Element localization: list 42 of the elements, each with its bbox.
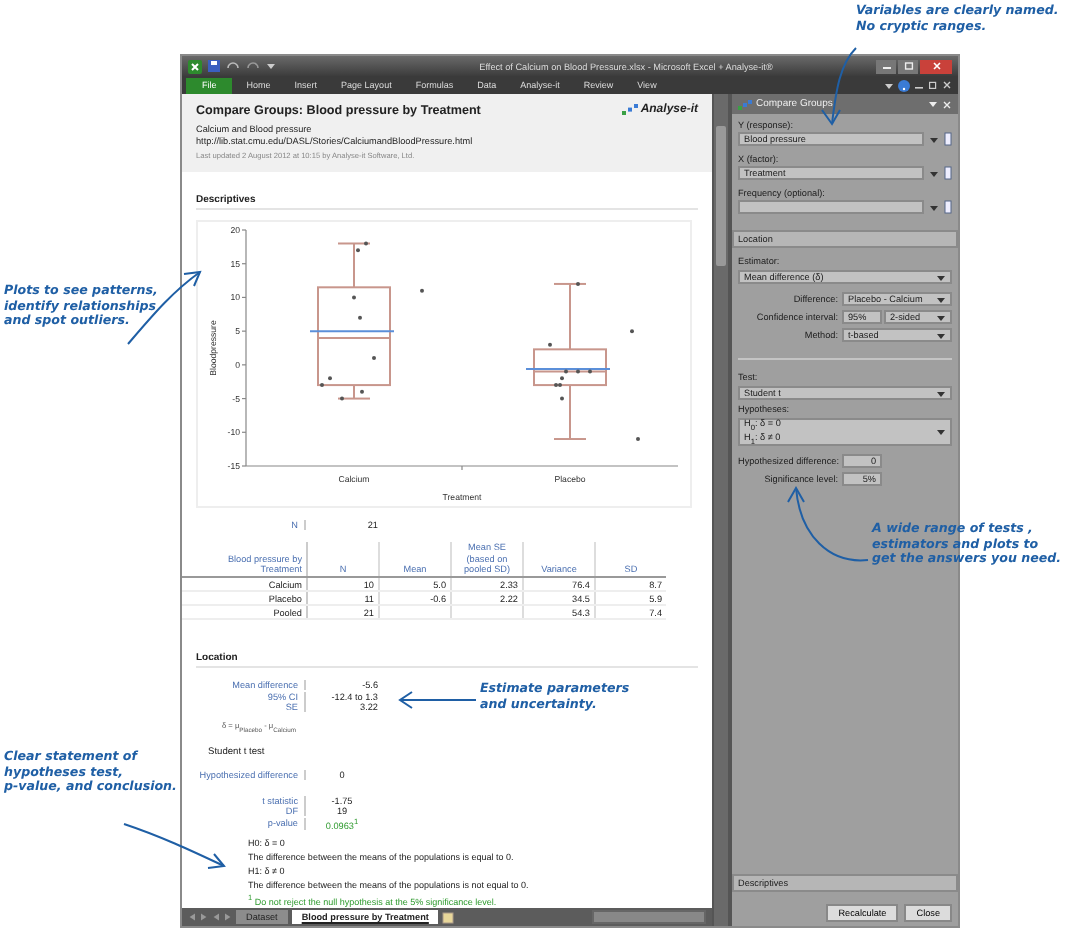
caret-icon[interactable] <box>884 81 894 89</box>
caret-icon[interactable] <box>928 167 940 179</box>
minimize-icon <box>881 62 891 70</box>
whisker <box>553 384 587 441</box>
annotation-arrow <box>398 691 477 709</box>
scroll-bar[interactable] <box>712 94 728 926</box>
caret-icon[interactable] <box>928 133 940 145</box>
mean-line <box>309 330 395 333</box>
annotation-arrow <box>123 823 226 869</box>
restore-icon[interactable] <box>928 80 938 90</box>
mean-line <box>525 367 611 370</box>
caret-icon <box>936 389 946 397</box>
spreadsheet-icon[interactable] <box>188 59 202 73</box>
maximize-button[interactable] <box>898 59 918 73</box>
minimize-icon[interactable] <box>914 81 924 89</box>
whisker <box>337 242 371 289</box>
caret-icon[interactable] <box>928 100 938 108</box>
whisker <box>553 282 587 351</box>
logo-icon <box>622 104 639 116</box>
caret-icon[interactable] <box>266 62 276 70</box>
box-plot-box <box>533 348 607 387</box>
scroll-bar[interactable] <box>592 910 706 924</box>
undo-icon[interactable] <box>226 61 240 71</box>
median-line <box>317 336 391 339</box>
help-icon[interactable] <box>898 79 910 91</box>
new-sheet-icon[interactable] <box>442 911 457 923</box>
caret-icon[interactable] <box>928 201 940 213</box>
maximize-icon <box>903 62 913 70</box>
caret-icon <box>936 428 946 436</box>
box-plot-box <box>317 286 391 387</box>
median-line <box>533 370 607 373</box>
annotation-arrow <box>787 486 869 562</box>
close-icon <box>931 62 941 70</box>
variable-field[interactable] <box>738 200 924 214</box>
close-button[interactable] <box>920 59 952 73</box>
close-icon[interactable] <box>942 80 952 90</box>
logo-icon <box>738 99 752 109</box>
save-icon[interactable] <box>208 60 220 72</box>
redo-icon[interactable] <box>246 61 260 71</box>
whisker <box>337 384 371 400</box>
minimize-button[interactable] <box>876 59 896 73</box>
caret-icon <box>936 273 946 281</box>
